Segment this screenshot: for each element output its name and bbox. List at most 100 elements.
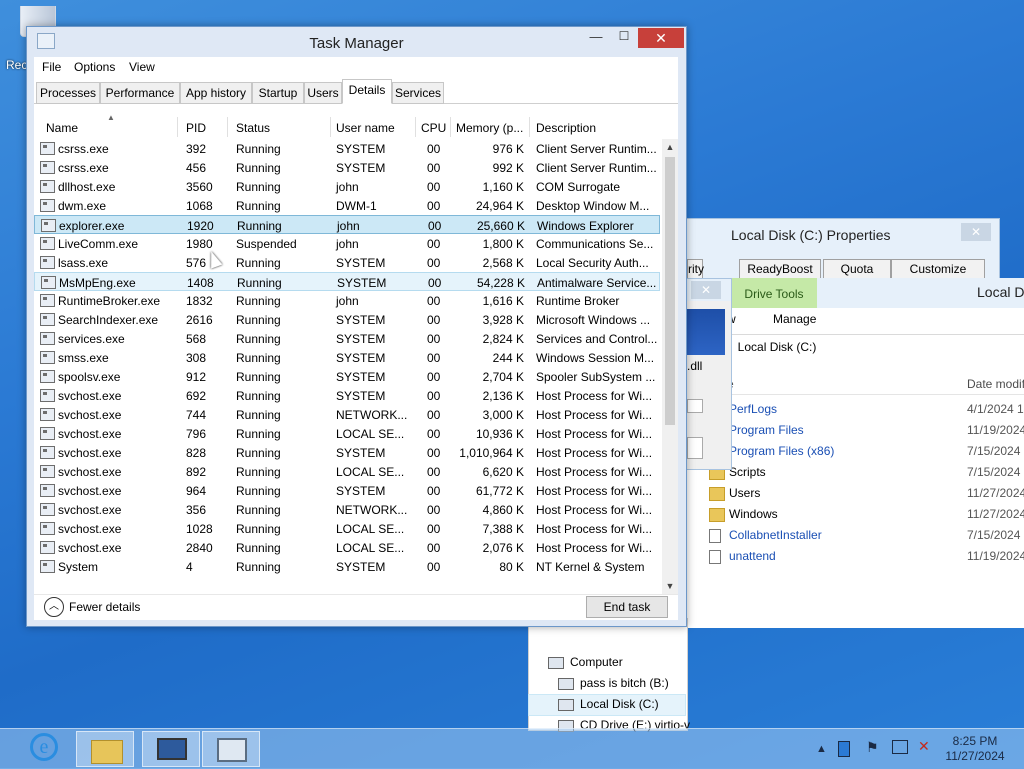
- table-row[interactable]: csrss.exe 392 Running SYSTEM 00 976 K Client S…: [34, 139, 660, 158]
- properties-close-button[interactable]: ✕: [961, 223, 991, 241]
- list-item[interactable]: Windows 11/27/2024: [709, 505, 1024, 525]
- vertical-scrollbar[interactable]: ▲ ▼: [662, 139, 678, 594]
- table-row[interactable]: svchost.exe 964 Running SYSTEM 00 61,772 K Hos…: [34, 481, 660, 500]
- process-user: SYSTEM: [336, 313, 386, 327]
- taskbar-task-manager[interactable]: [202, 731, 260, 767]
- column-user-name[interactable]: User name: [336, 121, 395, 135]
- list-item[interactable]: PerfLogs 4/1/2024 12: [709, 400, 1024, 420]
- table-row[interactable]: svchost.exe 828 Running SYSTEM 00 1,010,964 K…: [34, 443, 660, 462]
- taskbar-system[interactable]: [142, 731, 200, 767]
- table-row[interactable]: SearchIndexer.exe 2616 Running SYSTEM 00 3,92…: [34, 310, 660, 329]
- table-row[interactable]: RuntimeBroker.exe 1832 Running john 00 1,616 …: [34, 291, 660, 310]
- properties-tab-readyboost[interactable]: ReadyBoost: [739, 259, 821, 279]
- address-bar[interactable]: › Local Disk (C:): [727, 340, 816, 354]
- table-row[interactable]: System 4 Running SYSTEM 00 80 K NT Kernel & Sy…: [34, 557, 660, 576]
- tab-users[interactable]: Users: [304, 82, 342, 104]
- column-cpu[interactable]: CPU: [421, 121, 446, 135]
- dialog-close-button[interactable]: ✕: [691, 281, 721, 299]
- list-item[interactable]: CollabnetInstaller 7/15/2024 9: [709, 526, 1024, 546]
- process-user: LOCAL SE...: [336, 465, 405, 479]
- table-row[interactable]: smss.exe 308 Running SYSTEM 00 244 K Windows S…: [34, 348, 660, 367]
- table-row[interactable]: csrss.exe 456 Running SYSTEM 00 992 K Client S…: [34, 158, 660, 177]
- table-row[interactable]: explorer.exe 1920 Running john 00 25,660 K Win…: [34, 215, 660, 234]
- table-row[interactable]: dwm.exe 1068 Running DWM-1 00 24,964 K Desktop…: [34, 196, 660, 215]
- maximize-button[interactable]: ☐: [611, 29, 637, 47]
- table-row[interactable]: svchost.exe 744 Running NETWORK... 00 3,000 K…: [34, 405, 660, 424]
- fewer-details-link[interactable]: Fewer details: [69, 600, 140, 614]
- dialog-input[interactable]: [687, 399, 703, 413]
- task-manager-window[interactable]: Task Manager — ☐ ✕ File Options View Pro…: [26, 26, 687, 627]
- ribbon-tab-manage[interactable]: Manage: [773, 312, 816, 326]
- process-list[interactable]: csrss.exe 392 Running SYSTEM 00 976 K Client S…: [34, 139, 662, 594]
- tab-services[interactable]: Services: [392, 82, 444, 104]
- chevron-up-icon[interactable]: ︿: [44, 597, 64, 617]
- table-row[interactable]: MsMpEng.exe 1408 Running SYSTEM 00 54,228 K An…: [34, 272, 660, 291]
- table-row[interactable]: dllhost.exe 3560 Running john 00 1,160 K COM S…: [34, 177, 660, 196]
- list-item[interactable]: unattend 11/19/2024: [709, 547, 1024, 567]
- menu-file[interactable]: File: [42, 60, 61, 74]
- table-row[interactable]: svchost.exe 1028 Running LOCAL SE... 00 7,388…: [34, 519, 660, 538]
- minimize-button[interactable]: —: [583, 29, 609, 47]
- process-description: Host Process for Wi...: [536, 408, 653, 422]
- file-explorer-window[interactable]: Drive Tools Local D w Manage › Local Dis…: [686, 278, 1024, 628]
- explorer-ribbon: [687, 308, 1024, 335]
- process-status: Running: [236, 256, 281, 270]
- scroll-down-icon[interactable]: ▼: [662, 578, 678, 594]
- table-row[interactable]: svchost.exe 892 Running LOCAL SE... 00 6,620 …: [34, 462, 660, 481]
- process-pid: 576: [186, 256, 207, 270]
- column-date-header[interactable]: Date modifi: [967, 377, 1024, 391]
- list-item[interactable]: Scripts 7/15/2024 1: [709, 463, 1024, 483]
- properties-tab-quota[interactable]: Quota: [823, 259, 891, 279]
- column-divider[interactable]: [227, 117, 228, 137]
- network-icon[interactable]: [892, 740, 908, 754]
- show-hidden-icons[interactable]: ▲: [816, 743, 827, 755]
- flag-icon[interactable]: ⚑: [866, 739, 879, 756]
- column-divider[interactable]: [177, 117, 178, 137]
- list-item[interactable]: Program Files (x86) 7/15/2024 9: [709, 442, 1024, 462]
- list-item[interactable]: Program Files 11/19/2024: [709, 421, 1024, 441]
- item-date: 7/15/2024 9: [967, 444, 1024, 458]
- process-user: john: [336, 294, 359, 308]
- internet-explorer-icon[interactable]: e: [30, 733, 58, 761]
- table-row[interactable]: svchost.exe 2840 Running LOCAL SE... 00 2,076…: [34, 538, 660, 557]
- tab-processes[interactable]: Processes: [36, 82, 100, 104]
- column-name[interactable]: Name: [46, 121, 78, 135]
- table-row[interactable]: LiveComm.exe 1980 Suspended john 00 1,800 K Co…: [34, 234, 660, 253]
- task-manager-titlebar[interactable]: Task Manager — ☐ ✕: [27, 27, 686, 57]
- list-item[interactable]: Users 11/27/2024: [709, 484, 1024, 504]
- menu-view[interactable]: View: [129, 60, 155, 74]
- column-divider[interactable]: [330, 117, 331, 137]
- column-divider[interactable]: [415, 117, 416, 137]
- column-divider[interactable]: [529, 117, 530, 137]
- table-row[interactable]: svchost.exe 692 Running SYSTEM 00 2,136 K Host…: [34, 386, 660, 405]
- tab-details[interactable]: Details: [342, 79, 392, 104]
- end-task-button[interactable]: End task: [586, 596, 668, 618]
- system-clock[interactable]: 8:25 PM 11/27/2024: [940, 734, 1010, 764]
- dialog-button[interactable]: [687, 437, 703, 459]
- drive-tools-tab[interactable]: Drive Tools: [731, 278, 817, 308]
- column-status[interactable]: Status: [236, 121, 270, 135]
- menu-options[interactable]: Options: [74, 60, 115, 74]
- table-row[interactable]: services.exe 568 Running SYSTEM 00 2,824 K Ser…: [34, 329, 660, 348]
- column-memory[interactable]: Memory (p...: [456, 121, 523, 135]
- column-description[interactable]: Description: [536, 121, 596, 135]
- battery-icon[interactable]: [838, 741, 850, 757]
- table-row[interactable]: svchost.exe 796 Running LOCAL SE... 00 10,936…: [34, 424, 660, 443]
- properties-tab-security[interactable]: rity: [687, 259, 704, 279]
- task-manager-client: File Options View Processes Performance …: [34, 57, 678, 620]
- taskbar-file-explorer[interactable]: [76, 731, 134, 767]
- tab-startup[interactable]: Startup: [252, 82, 304, 104]
- scrollbar-thumb[interactable]: [665, 157, 675, 425]
- table-row[interactable]: svchost.exe 356 Running NETWORK... 00 4,860 K…: [34, 500, 660, 519]
- properties-tab-customize[interactable]: Customize: [891, 259, 985, 279]
- table-row[interactable]: lsass.exe 576 Running SYSTEM 00 2,568 K Local …: [34, 253, 660, 272]
- tab-performance[interactable]: Performance: [100, 82, 180, 104]
- background-dialog[interactable]: ✕ .dll: [686, 278, 732, 470]
- tab-app-history[interactable]: App history: [180, 82, 252, 104]
- scroll-up-icon[interactable]: ▲: [662, 139, 678, 155]
- close-button[interactable]: ✕: [638, 28, 684, 48]
- column-pid[interactable]: PID: [186, 121, 206, 135]
- table-row[interactable]: spoolsv.exe 912 Running SYSTEM 00 2,704 K Spoo…: [34, 367, 660, 386]
- volume-muted-icon[interactable]: ✕: [918, 738, 930, 755]
- column-divider[interactable]: [450, 117, 451, 137]
